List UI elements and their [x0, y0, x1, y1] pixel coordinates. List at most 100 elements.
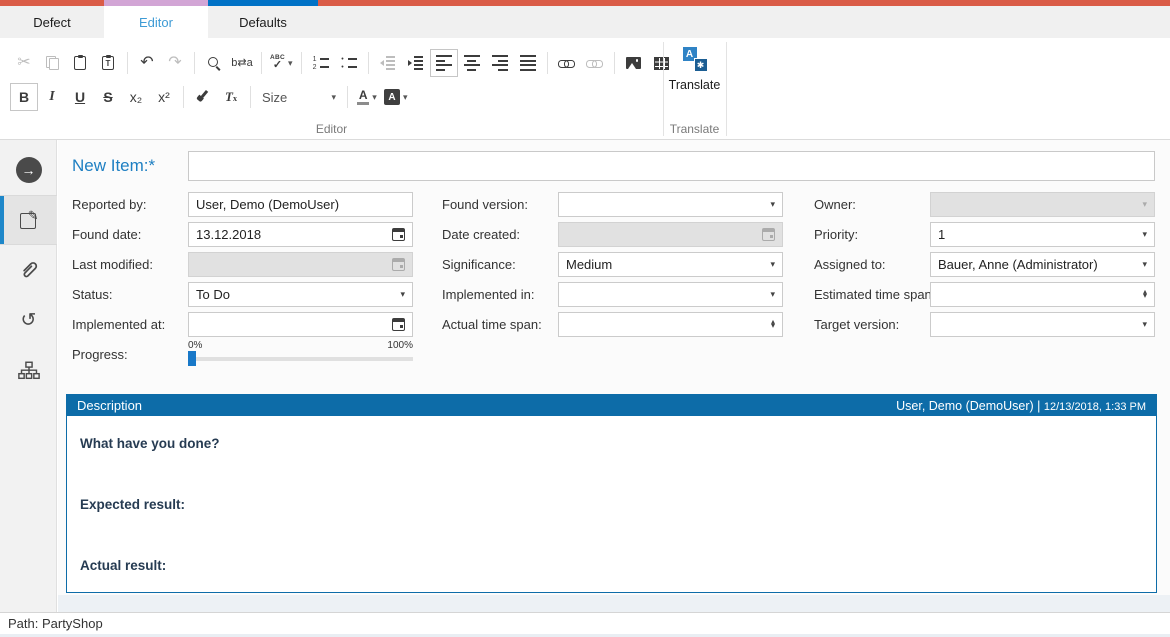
- clear-formatting-button[interactable]: Tx: [217, 83, 245, 111]
- field-label: Estimated time span:: [814, 287, 930, 302]
- replace-icon: b⇄a: [231, 58, 252, 69]
- status-bar: Path: PartyShop: [0, 612, 1170, 637]
- justify-button[interactable]: [514, 49, 542, 77]
- spinner-arrows-icon[interactable]: ▴▾: [1143, 290, 1147, 299]
- indent-button[interactable]: [402, 49, 430, 77]
- chevron-down-icon: ▾: [1142, 259, 1147, 270]
- spellcheck-button[interactable]: ABC✓ ▾: [267, 49, 296, 77]
- significance-dropdown[interactable]: Medium▾: [558, 252, 783, 277]
- sidebar-item-history[interactable]: ↺: [0, 295, 57, 345]
- copy-button[interactable]: [38, 49, 66, 77]
- actual-time-span-stepper[interactable]: ▴▾: [558, 312, 783, 337]
- search-icon: [207, 56, 222, 71]
- superscript-icon: x²: [158, 89, 170, 105]
- field-label: Assigned to:: [814, 257, 930, 272]
- chevron-down-icon: ▾: [1142, 229, 1147, 240]
- tab-defect[interactable]: Defect: [0, 6, 104, 38]
- spinner-arrows-icon[interactable]: ▴▾: [771, 320, 775, 329]
- format-painter-button[interactable]: [189, 83, 217, 111]
- superscript-button[interactable]: x²: [150, 83, 178, 111]
- ribbon-row-1: ✂ T ↶ ↷ b⇄a ABC✓ ▾ 1 2: [10, 48, 676, 78]
- background-color-button[interactable]: A ▾: [381, 83, 411, 111]
- priority-dropdown[interactable]: 1▾: [930, 222, 1155, 247]
- font-size-dropdown[interactable]: Size ▾: [256, 84, 342, 110]
- ribbon-separator: [301, 52, 302, 74]
- chevron-down-icon: ▾: [1142, 199, 1147, 210]
- progress-slider[interactable]: 0% 100%: [188, 338, 413, 374]
- form-row: Implemented in: ▾: [442, 279, 783, 309]
- text-color-button[interactable]: A ▾: [353, 83, 381, 111]
- outdent-button[interactable]: [374, 49, 402, 77]
- tab-bar: Defect Editor Defaults: [0, 6, 1170, 38]
- field-label: Target version:: [814, 317, 930, 332]
- bold-button[interactable]: B: [10, 83, 38, 111]
- form-row: Actual time span: ▴▾: [442, 309, 783, 339]
- paste-button[interactable]: [66, 49, 94, 77]
- tab-editor[interactable]: Editor: [104, 6, 208, 38]
- align-center-button[interactable]: [458, 49, 486, 77]
- reported-by-input[interactable]: [196, 197, 405, 212]
- paste-text-button[interactable]: T: [94, 49, 122, 77]
- sidebar-item-editor[interactable]: ✎: [0, 195, 57, 245]
- tab-defaults[interactable]: Defaults: [208, 6, 318, 38]
- found-date-field[interactable]: 13.12.2018: [188, 222, 413, 247]
- replace-button[interactable]: b⇄a: [228, 49, 256, 77]
- reported-by-field[interactable]: [188, 192, 413, 217]
- ribbon-separator: [368, 52, 369, 74]
- sidebar-item-navigate[interactable]: →: [0, 145, 57, 195]
- field-label: Found date:: [72, 227, 188, 242]
- align-left-button[interactable]: [430, 49, 458, 77]
- estimated-time-span-stepper[interactable]: ▴▾: [930, 282, 1155, 307]
- redo-button[interactable]: ↷: [161, 49, 189, 77]
- cut-button[interactable]: ✂: [10, 49, 38, 77]
- insert-link-button[interactable]: [553, 49, 581, 77]
- calendar-icon[interactable]: [392, 228, 405, 241]
- chevron-down-icon: ▾: [403, 92, 408, 103]
- subscript-button[interactable]: x₂: [122, 83, 150, 111]
- ribbon-row-2: B I U S x₂ x² Tx Size ▾ A ▾ A ▾: [10, 82, 411, 112]
- form-row: Last modified:: [72, 249, 413, 279]
- insert-image-button[interactable]: [620, 49, 648, 77]
- assigned-to-dropdown[interactable]: Bauer, Anne (Administrator)▾: [930, 252, 1155, 277]
- calendar-icon[interactable]: [392, 318, 405, 331]
- bullet-list-button[interactable]: • •: [335, 49, 363, 77]
- description-meta: User, Demo (DemoUser) | 12/13/2018, 1:33…: [896, 399, 1146, 413]
- progress-min-label: 0%: [188, 340, 202, 351]
- underline-icon: U: [75, 89, 85, 105]
- underline-button[interactable]: U: [66, 83, 94, 111]
- undo-button[interactable]: ↶: [133, 49, 161, 77]
- numbered-list-button[interactable]: 1 2: [307, 49, 335, 77]
- spellcheck-checkmark: ✓: [273, 60, 282, 71]
- field-label: Significance:: [442, 257, 558, 272]
- ribbon: ✂ T ↶ ↷ b⇄a ABC✓ ▾ 1 2: [0, 38, 1170, 140]
- translate-button[interactable]: A ✱ Translate: [664, 42, 725, 134]
- remove-link-button[interactable]: [581, 49, 609, 77]
- field-label: Priority:: [814, 227, 930, 242]
- description-title: Description: [77, 398, 142, 413]
- slider-handle[interactable]: [188, 351, 196, 366]
- new-item-title-input[interactable]: [188, 151, 1155, 181]
- sidebar-item-attachments[interactable]: [0, 245, 57, 295]
- list-bullet: •: [340, 56, 345, 63]
- strikethrough-button[interactable]: S: [94, 83, 122, 111]
- outdent-icon: [380, 56, 395, 69]
- find-button[interactable]: [200, 49, 228, 77]
- target-version-dropdown[interactable]: ▾: [930, 312, 1155, 337]
- brush-icon: [196, 90, 210, 104]
- slider-track[interactable]: [188, 357, 413, 361]
- list-number: 1: [312, 56, 317, 63]
- sidebar-item-hierarchy[interactable]: [0, 345, 57, 395]
- align-right-button[interactable]: [486, 49, 514, 77]
- implemented-in-dropdown[interactable]: ▾: [558, 282, 783, 307]
- font-size-value: Size: [262, 90, 287, 105]
- found-version-dropdown[interactable]: ▾: [558, 192, 783, 217]
- form-row: Found version: ▾: [442, 189, 783, 219]
- status-dropdown[interactable]: To Do▾: [188, 282, 413, 307]
- translate-icon: A ✱: [682, 46, 708, 72]
- priority-value: 1: [938, 227, 1138, 242]
- description-line: Expected result:: [80, 497, 1143, 513]
- italic-button[interactable]: I: [38, 83, 66, 111]
- bullet-list-icon: • •: [340, 57, 357, 70]
- sidebar: → ✎ ↺: [0, 140, 57, 612]
- implemented-at-field[interactable]: [188, 312, 413, 337]
